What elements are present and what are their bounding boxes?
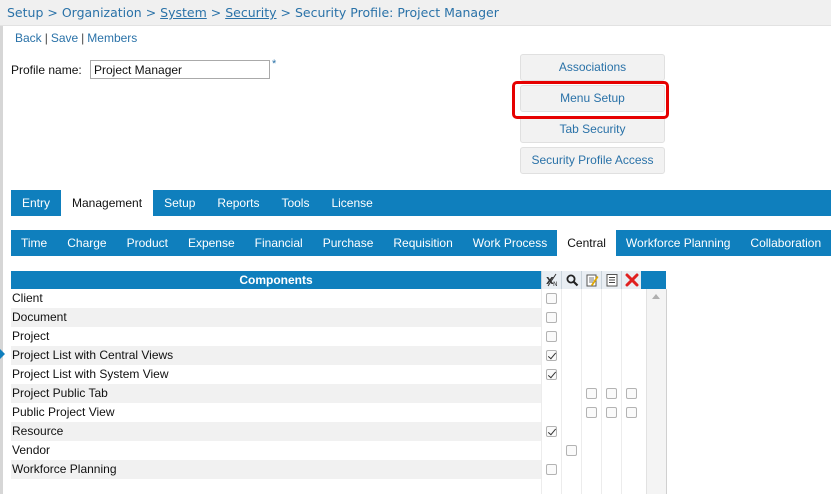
toolbar-separator: |	[81, 31, 85, 45]
profile-name-input[interactable]	[90, 60, 270, 79]
grid-scrollbar[interactable]	[646, 289, 666, 494]
permission-checkbox[interactable]	[546, 350, 557, 361]
main-tab-bar: Entry Management Setup Reports Tools License	[11, 190, 831, 216]
view-icon[interactable]	[561, 271, 581, 289]
components-header: Components	[11, 271, 541, 289]
back-link[interactable]: Back	[15, 31, 42, 45]
members-link[interactable]: Members	[87, 31, 137, 45]
permission-checkbox[interactable]	[606, 388, 617, 399]
associations-button[interactable]: Associations	[520, 54, 665, 81]
permission-checkbox[interactable]	[546, 464, 557, 475]
tab-reports[interactable]: Reports	[206, 190, 270, 216]
breadcrumb-system[interactable]: System	[160, 5, 207, 20]
permission-checkbox[interactable]	[546, 293, 557, 304]
breadcrumb-security[interactable]: Security	[225, 5, 276, 20]
svg-text:N: N	[553, 281, 558, 287]
required-marker: *	[272, 58, 277, 70]
tab-license[interactable]: License	[320, 190, 383, 216]
breadcrumb-separator: >	[276, 5, 295, 20]
toolbar: Back | Save | Members	[15, 31, 137, 45]
subtab-charge[interactable]: Charge	[57, 230, 116, 256]
sub-tab-bar: Time Charge Product Expense Financial Purchas…	[11, 230, 831, 256]
menu-setup-highlight	[512, 81, 669, 119]
scroll-up-icon[interactable]	[652, 294, 660, 299]
current-row-marker-icon	[0, 349, 5, 359]
breadcrumb-organization[interactable]: Organization	[62, 5, 142, 20]
grid-header-filler	[641, 271, 666, 289]
all-none-icon[interactable]: XN	[541, 271, 561, 289]
table-row[interactable]: Vendor	[11, 441, 541, 460]
subtab-product[interactable]: Product	[117, 230, 178, 256]
breadcrumb-separator: >	[206, 5, 226, 20]
table-row[interactable]: Resource	[11, 422, 541, 441]
tab-management[interactable]: Management	[61, 190, 154, 216]
table-row[interactable]: Client	[11, 289, 541, 308]
profile-name-label: Profile name:	[11, 63, 82, 77]
permission-checkbox[interactable]	[586, 407, 597, 418]
breadcrumb-separator: >	[141, 5, 161, 20]
subtab-purchase[interactable]: Purchase	[313, 230, 384, 256]
permission-checkbox[interactable]	[586, 388, 597, 399]
left-border	[0, 26, 3, 494]
delete-icon[interactable]	[621, 271, 641, 289]
subtab-workforce-planning[interactable]: Workforce Planning	[616, 230, 741, 256]
permission-checkbox[interactable]	[626, 407, 637, 418]
permission-checkbox[interactable]	[546, 331, 557, 342]
subtab-time[interactable]: Time	[11, 230, 57, 256]
subtab-work-process[interactable]: Work Process	[463, 230, 557, 256]
edit-icon[interactable]	[581, 271, 601, 289]
table-row[interactable]: Public Project View	[11, 403, 541, 422]
subtab-collaboration[interactable]: Collaboration	[740, 230, 831, 256]
subtab-requisition[interactable]: Requisition	[383, 230, 462, 256]
table-row[interactable]: Workforce Planning	[11, 460, 541, 479]
subtab-expense[interactable]: Expense	[178, 230, 245, 256]
permission-checkbox[interactable]	[546, 426, 557, 437]
toolbar-separator: |	[44, 31, 48, 45]
table-row[interactable]: Document	[11, 308, 541, 327]
tab-setup[interactable]: Setup	[153, 190, 206, 216]
breadcrumb-current: Security Profile: Project Manager	[294, 5, 499, 20]
table-row[interactable]: Project Public Tab	[11, 384, 541, 403]
breadcrumb: Setup > Organization > System > Security…	[0, 0, 831, 26]
breadcrumb-separator: >	[43, 5, 62, 20]
table-row[interactable]: Project	[11, 327, 541, 346]
save-link[interactable]: Save	[51, 31, 78, 45]
grid-right-border	[666, 289, 667, 494]
security-profile-access-button[interactable]: Security Profile Access	[520, 147, 665, 174]
components-grid: Components XN Client Document Project Proje…	[11, 271, 666, 494]
permission-checkbox[interactable]	[566, 445, 577, 456]
subtab-financial[interactable]: Financial	[245, 230, 313, 256]
permission-checkbox[interactable]	[626, 388, 637, 399]
grid-column-divider	[561, 289, 581, 494]
subtab-central[interactable]: Central	[557, 230, 616, 256]
tab-security-button[interactable]: Tab Security	[520, 116, 665, 143]
tab-entry[interactable]: Entry	[11, 190, 61, 216]
permission-checkbox[interactable]	[546, 369, 557, 380]
table-row[interactable]: Project List with Central Views	[11, 346, 541, 365]
list-icon[interactable]	[601, 271, 621, 289]
table-row[interactable]: Project List with System View	[11, 365, 541, 384]
breadcrumb-setup[interactable]: Setup	[7, 5, 43, 20]
permission-checkbox[interactable]	[546, 312, 557, 323]
tab-tools[interactable]: Tools	[270, 190, 320, 216]
permission-checkbox[interactable]	[606, 407, 617, 418]
